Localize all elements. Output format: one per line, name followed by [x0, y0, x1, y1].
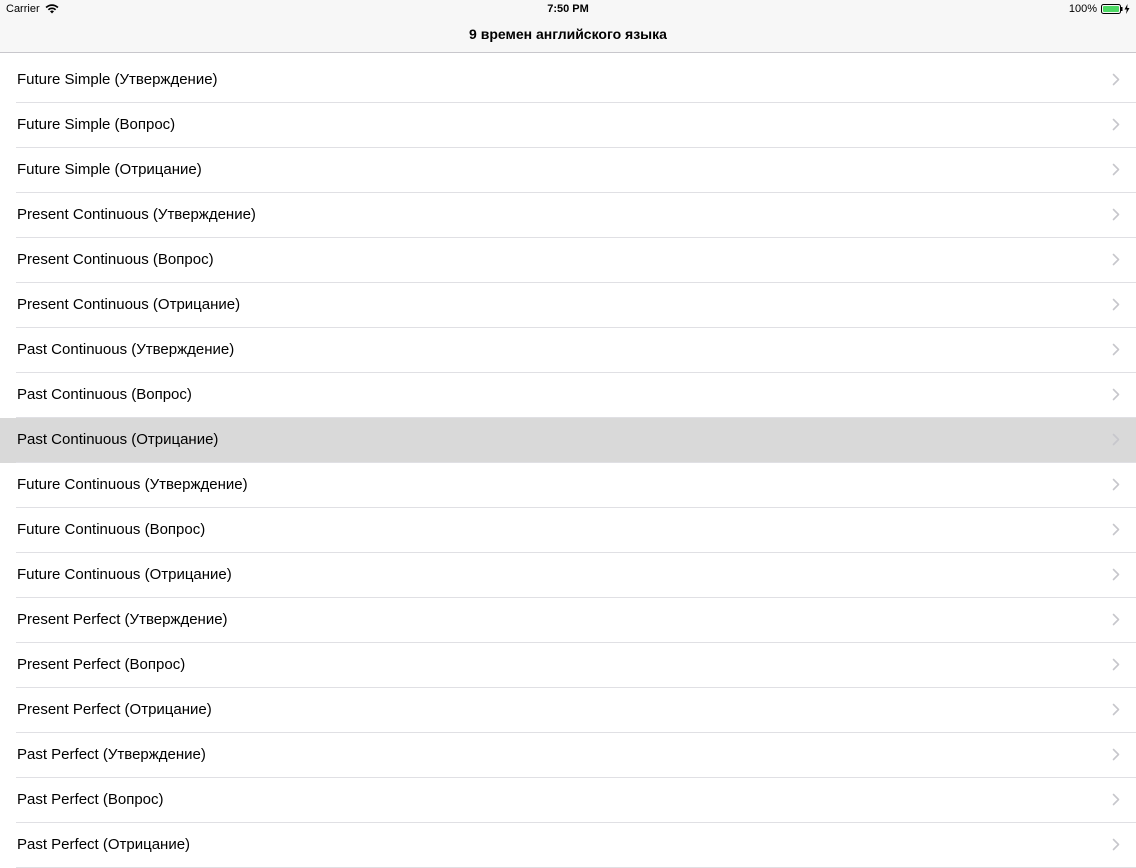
- chevron-right-icon: [1112, 388, 1120, 401]
- chevron-right-icon: [1112, 478, 1120, 491]
- list-item[interactable]: Future Continuous (Отрицание): [0, 553, 1136, 598]
- list-item-label: Past Perfect (Утверждение): [17, 746, 206, 763]
- status-time: 7:50 PM: [547, 3, 589, 15]
- list-item-label: Future Simple (Отрицание): [17, 161, 202, 178]
- tense-list: Future Simple (Утверждение) Future Simple…: [0, 58, 1136, 868]
- list-item-label: Past Perfect (Отрицание): [17, 836, 191, 853]
- list-item-label: Present Continuous (Утверждение): [17, 206, 256, 223]
- list-item-label: Future Continuous (Вопрос): [17, 521, 206, 538]
- list-item[interactable]: Future Simple (Вопрос): [0, 103, 1136, 148]
- charging-bolt-icon: [1124, 4, 1130, 14]
- chevron-right-icon: [1112, 73, 1120, 86]
- chevron-right-icon: [1112, 838, 1120, 851]
- list-item[interactable]: Present Perfect (Вопрос): [0, 643, 1136, 688]
- list-item-label: Future Simple (Вопрос): [17, 116, 176, 133]
- chevron-right-icon: [1112, 793, 1120, 806]
- chevron-right-icon: [1112, 343, 1120, 356]
- chevron-right-icon: [1112, 253, 1120, 266]
- status-bar: Carrier 7:50 PM 100%: [0, 0, 1136, 18]
- chevron-right-icon: [1112, 298, 1120, 311]
- chevron-right-icon: [1112, 163, 1120, 176]
- list-item[interactable]: Future Simple (Отрицание): [0, 148, 1136, 193]
- list-item[interactable]: Present Continuous (Вопрос): [0, 238, 1136, 283]
- chevron-right-icon: [1112, 523, 1120, 536]
- list-item[interactable]: Past Perfect (Вопрос): [0, 778, 1136, 823]
- chevron-right-icon: [1112, 568, 1120, 581]
- navigation-bar: 9 времен английского языка: [0, 18, 1136, 53]
- list-item-label: Present Perfect (Вопрос): [17, 656, 186, 673]
- chevron-right-icon: [1112, 208, 1120, 221]
- list-item[interactable]: Future Simple (Утверждение): [0, 58, 1136, 103]
- status-right: 100%: [1069, 0, 1130, 18]
- page-title: 9 времен английского языка: [469, 26, 667, 42]
- chevron-right-icon: [1112, 613, 1120, 626]
- list-item-label: Present Continuous (Отрицание): [17, 296, 241, 313]
- chevron-right-icon: [1112, 658, 1120, 671]
- list-item[interactable]: Past Perfect (Отрицание): [0, 823, 1136, 868]
- list-item[interactable]: Present Continuous (Утверждение): [0, 193, 1136, 238]
- list-item-label: Past Continuous (Отрицание): [17, 431, 219, 448]
- chevron-right-icon: [1112, 118, 1120, 131]
- list-item[interactable]: Present Perfect (Утверждение): [0, 598, 1136, 643]
- list-item-label: Future Simple (Утверждение): [17, 71, 218, 88]
- list-item[interactable]: Present Perfect (Отрицание): [0, 688, 1136, 733]
- chevron-right-icon: [1112, 703, 1120, 716]
- list-item[interactable]: Present Continuous (Отрицание): [0, 283, 1136, 328]
- list-item[interactable]: Past Perfect (Утверждение): [0, 733, 1136, 778]
- list-item-label: Present Perfect (Отрицание): [17, 701, 212, 718]
- battery-icon: [1101, 4, 1123, 14]
- list-item-label: Future Continuous (Отрицание): [17, 566, 232, 583]
- list-item-label: Past Continuous (Вопрос): [17, 386, 192, 403]
- list-item[interactable]: Future Continuous (Вопрос): [0, 508, 1136, 553]
- list-item-label: Future Continuous (Утверждение): [17, 476, 248, 493]
- list-item[interactable]: Past Continuous (Отрицание): [0, 418, 1136, 463]
- list-item-label: Present Continuous (Вопрос): [17, 251, 214, 268]
- battery-percent: 100%: [1068, 3, 1097, 15]
- list-item[interactable]: Past Continuous (Утверждение): [0, 328, 1136, 373]
- list-item-label: Past Continuous (Утверждение): [17, 341, 235, 358]
- chevron-right-icon: [1112, 433, 1120, 446]
- list-item-label: Present Perfect (Утверждение): [17, 611, 228, 628]
- list-item[interactable]: Past Continuous (Вопрос): [0, 373, 1136, 418]
- list-item-label: Past Perfect (Вопрос): [17, 791, 164, 808]
- list-item[interactable]: Future Continuous (Утверждение): [0, 463, 1136, 508]
- chevron-right-icon: [1112, 748, 1120, 761]
